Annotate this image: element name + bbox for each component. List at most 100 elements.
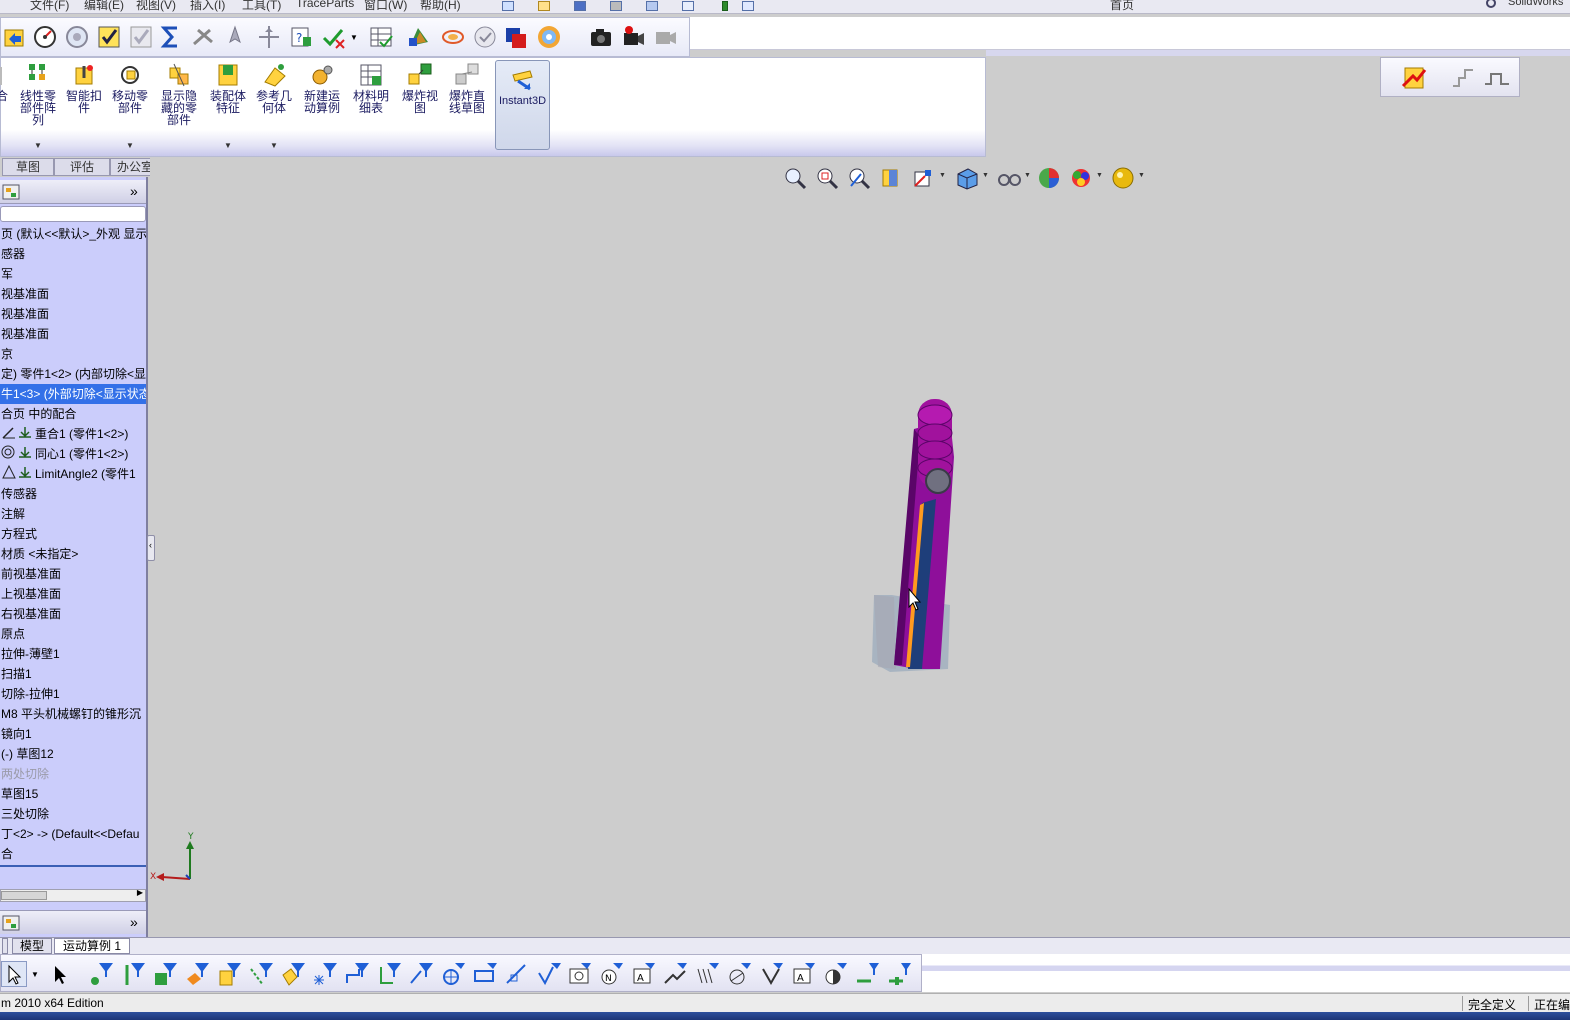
mass-properties-icon[interactable]	[63, 23, 91, 51]
mate-item[interactable]: LimitAngle2 (零件1	[0, 464, 146, 484]
tree-item[interactable]: 视基准面	[0, 324, 146, 344]
expand-panel-icon[interactable]: »	[130, 183, 138, 199]
tab-model[interactable]: 模型	[12, 938, 52, 954]
menu-tools[interactable]: 工具(T)	[242, 0, 281, 13]
chevron-down-icon[interactable]: ▼	[982, 172, 989, 179]
rollback-bar[interactable]	[0, 865, 146, 867]
tree-item[interactable]: 页 (默认<<默认>_外观 显示	[0, 224, 146, 244]
chevron-down-icon[interactable]: ▼	[270, 140, 278, 152]
feature-filter-input[interactable]	[0, 206, 146, 222]
show-hidden-command[interactable]: 显示隐 藏的零 部件	[156, 62, 202, 126]
tree-item[interactable]: 方程式	[0, 524, 146, 544]
filter-edges-icon[interactable]	[121, 961, 147, 987]
filter-dimensions-icon[interactable]	[473, 961, 499, 987]
step-view-icon[interactable]	[1449, 64, 1477, 92]
tree-item[interactable]: (-) 草图12	[0, 744, 146, 764]
rebuild-icon[interactable]	[722, 1, 728, 11]
camera-icon[interactable]	[587, 23, 615, 51]
record-video-icon[interactable]	[619, 23, 647, 51]
rocket-icon[interactable]	[221, 23, 249, 51]
undo-icon[interactable]	[646, 1, 658, 11]
filter-routing-points-icon[interactable]	[855, 961, 881, 987]
tree-item[interactable]: 前视基准面	[0, 564, 146, 584]
filter-axes-icon[interactable]	[249, 961, 275, 987]
motion-study-command[interactable]: 新建运 动算例	[299, 62, 345, 114]
tab-sketch[interactable]: 草图	[2, 158, 54, 176]
sum-icon[interactable]	[157, 23, 185, 51]
exploded-view-command[interactable]: 爆炸视 图	[397, 62, 443, 114]
reference-geometry-command[interactable]: 参考几 何体 ▼	[251, 62, 297, 150]
tree-item[interactable]: 合页 中的配合	[0, 404, 146, 424]
filter-geometric-tolerance-icon[interactable]	[537, 961, 563, 987]
selection-filter-icon[interactable]	[47, 961, 73, 987]
tree-item[interactable]: 京	[0, 344, 146, 364]
zoom-to-fit-icon[interactable]	[782, 165, 808, 191]
instant3d-command[interactable]: Instant3D	[495, 60, 550, 150]
filter-midpoints-icon[interactable]	[377, 961, 403, 987]
chevron-down-icon[interactable]: ▼	[1096, 172, 1103, 179]
new-document-icon[interactable]	[502, 1, 514, 11]
sketch-return-icon[interactable]	[1, 23, 29, 51]
filter-sketch-points-icon[interactable]	[313, 961, 339, 987]
filter-blocks-icon[interactable]	[759, 961, 785, 987]
chevron-down-icon[interactable]: ▼	[939, 172, 946, 179]
feature-statistics-icon[interactable]: ?	[287, 23, 315, 51]
filter-datum-features-icon[interactable]: A	[631, 961, 657, 987]
filter-solid-bodies-icon[interactable]	[217, 961, 243, 987]
open-folder-icon[interactable]	[538, 1, 550, 11]
previous-view-icon[interactable]	[846, 165, 872, 191]
filter-balloons-icon[interactable]: N	[599, 961, 625, 987]
select-arrow-icon[interactable]	[1, 961, 27, 987]
interference-icon[interactable]	[189, 23, 217, 51]
edit-appearance-icon[interactable]	[1036, 165, 1062, 191]
table-check-icon[interactable]	[367, 23, 395, 51]
tree-item[interactable]: 扫描1	[0, 664, 146, 684]
tree-item[interactable]: 原点	[0, 624, 146, 644]
chevron-down-icon[interactable]: ▼	[29, 961, 41, 987]
tree-item[interactable]: 视基准面	[0, 284, 146, 304]
filter-planes-icon[interactable]	[281, 961, 307, 987]
filter-weld-symbols-icon[interactable]	[663, 961, 689, 987]
graphics-area[interactable]: Y X	[150, 157, 1570, 937]
tree-item[interactable]: 切除-拉伸1	[0, 684, 146, 704]
feature-tree-icon[interactable]	[2, 915, 20, 931]
select-icon[interactable]	[682, 1, 694, 11]
filter-cosmetic-welds-icon[interactable]: A	[791, 961, 817, 987]
scrollbar-thumb[interactable]	[1, 891, 47, 900]
chevron-down-icon[interactable]: ▼	[224, 140, 232, 152]
geometry-check-icon[interactable]	[127, 23, 155, 51]
mate-item[interactable]: 重合1 (零件1<2>)	[0, 424, 146, 444]
model-view[interactable]: Y X	[150, 157, 1570, 937]
print-icon[interactable]	[610, 1, 622, 11]
chevron-down-icon[interactable]: ▼	[1024, 172, 1031, 179]
tree-item[interactable]: 三处切除	[0, 804, 146, 824]
design-check-dropdown[interactable]: ▼	[347, 23, 361, 51]
measure-icon[interactable]	[31, 23, 59, 51]
filter-centerline-icon[interactable]	[441, 961, 467, 987]
scroll-right-icon[interactable]: ▶	[137, 888, 143, 897]
menu-view[interactable]: 视图(V)	[136, 0, 176, 13]
tree-item[interactable]: 视基准面	[0, 304, 146, 324]
assembly-feature-command[interactable]: 装配体 特征 ▼	[205, 62, 251, 150]
menu-window[interactable]: 窗口(W)	[364, 0, 407, 13]
save-icon[interactable]	[574, 1, 586, 11]
tree-item[interactable]: 拉伸-薄壁1	[0, 644, 146, 664]
view-settings-icon[interactable]	[1110, 165, 1136, 191]
smart-fastener-command[interactable]: 智能扣 件	[61, 62, 107, 114]
horizontal-scrollbar[interactable]: ▶	[0, 888, 146, 902]
tree-item[interactable]: 合	[0, 844, 146, 864]
move-component-command[interactable]: 移动零 部件 ▼	[107, 62, 153, 150]
tree-item[interactable]: 军	[0, 264, 146, 284]
menu-edit[interactable]: 编辑(E)	[84, 0, 124, 13]
tree-item[interactable]: M8 平头机械螺钉的锥形沉	[0, 704, 146, 724]
tab-evaluate[interactable]: 评估	[54, 158, 110, 176]
appearance-icon[interactable]	[501, 23, 529, 51]
filter-notes-icon[interactable]	[567, 961, 593, 987]
bom-command[interactable]: 材料明 细表	[348, 62, 394, 114]
tree-item[interactable]: 草图15	[0, 784, 146, 804]
filter-surface-bodies-icon[interactable]	[185, 961, 211, 987]
options-icon[interactable]	[742, 1, 754, 11]
menu-help[interactable]: 帮助(H)	[420, 0, 461, 13]
tree-item[interactable]: 上视基准面	[0, 584, 146, 604]
tree-item[interactable]: 定) 零件1<2> (内部切除<显	[0, 364, 146, 384]
